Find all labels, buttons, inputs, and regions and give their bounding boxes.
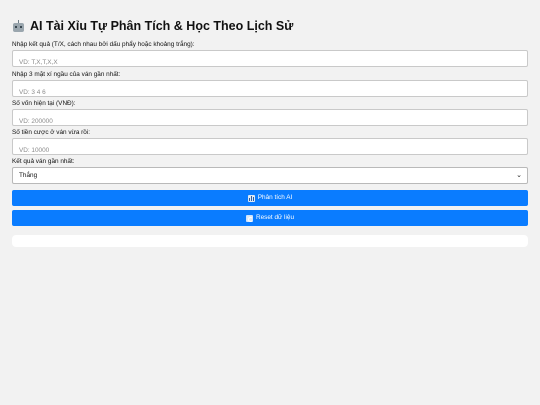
page-title: AI Tài Xỉu Tự Phân Tích & Học Theo Lịch … [12, 17, 293, 35]
analyze-button[interactable]: Phân tích AI [12, 190, 528, 206]
bet-label: Số tiền cược ở ván vừa rồi: [12, 129, 91, 136]
page-title-text: AI Tài Xỉu Tự Phân Tích & Học Theo Lịch … [30, 19, 294, 33]
last-result-select[interactable]: Thắng ⌄ [12, 167, 528, 184]
capital-field[interactable] [12, 109, 528, 129]
chevron-down-icon: ⌄ [516, 172, 522, 179]
bar-chart-icon [247, 194, 255, 202]
result-box [12, 235, 528, 247]
results-input[interactable] [13, 55, 527, 70]
robot-icon [12, 19, 25, 33]
refresh-icon [245, 214, 253, 222]
capital-input[interactable] [13, 114, 527, 129]
reset-button[interactable]: Reset dữ liệu [12, 210, 528, 226]
bet-field[interactable] [12, 138, 528, 158]
last-result-value: Thắng [19, 172, 38, 179]
results-field[interactable] [12, 50, 528, 70]
dice-field[interactable] [12, 80, 528, 100]
capital-label: Số vốn hiện tại (VNĐ): [12, 100, 76, 107]
reset-button-label: Reset dữ liệu [255, 214, 295, 221]
dice-input[interactable] [13, 85, 527, 100]
dice-label: Nhập 3 mặt xí ngầu của ván gần nhất: [12, 71, 121, 78]
results-label: Nhập kết quả (T/X, cách nhau bởi dấu phẩ… [12, 41, 195, 48]
bet-input[interactable] [13, 143, 527, 158]
last-result-label: Kết quả ván gần nhất: [12, 158, 75, 165]
analyze-button-label: Phân tích AI [257, 194, 293, 201]
